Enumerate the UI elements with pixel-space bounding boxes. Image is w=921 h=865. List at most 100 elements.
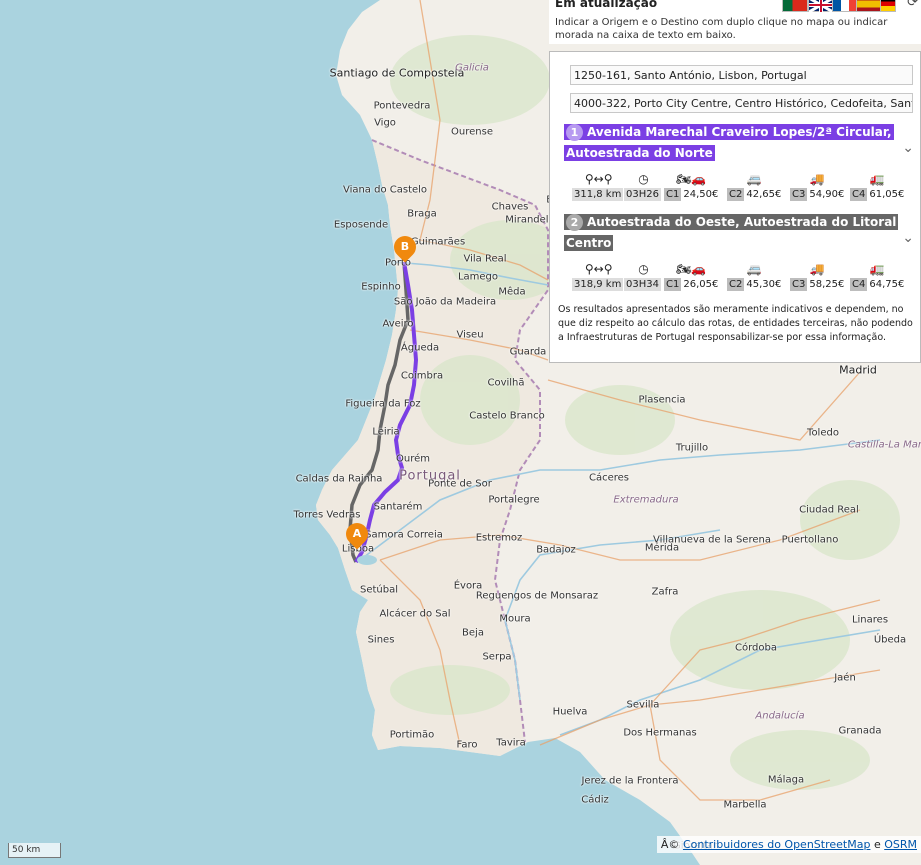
scale-bar: 50 km xyxy=(8,843,61,858)
route-2-class-c3: C3 xyxy=(790,278,808,291)
place-label: Viseu xyxy=(456,329,484,341)
place-label: Covilhã xyxy=(487,377,525,389)
route-2-title[interactable]: 2 Autoestrada do Oeste, Autoestrada do Li… xyxy=(564,212,899,254)
route-1-class-c1: C1 xyxy=(664,188,682,201)
place-label: Santiago de Compostela xyxy=(329,66,465,80)
origin-marker-label: A xyxy=(352,527,362,540)
heavy-truck-icon: 🚛 xyxy=(869,172,885,186)
place-label: Coimbra xyxy=(400,370,444,382)
place-label: Dos Hermanas xyxy=(623,727,697,739)
distance-icon: ⚲↔⚲ xyxy=(584,172,613,186)
place-label: Extremadura xyxy=(613,494,679,506)
place-label: Ponte de Sor xyxy=(428,478,492,490)
place-label: Vila Real xyxy=(463,253,507,265)
place-label: Ciudad Real xyxy=(799,504,859,516)
van-icon: 🚐 xyxy=(746,172,762,186)
clock-icon: ◷ xyxy=(638,172,649,186)
place-label: Toledo xyxy=(807,427,839,439)
van-icon: 🚐 xyxy=(746,262,762,276)
place-label: Lamego xyxy=(457,271,499,283)
route-2-class-c1: C1 xyxy=(664,278,682,291)
place-label: Tavira xyxy=(496,737,526,749)
place-label: Serpa xyxy=(482,651,512,663)
route-2-duration: 03H34 xyxy=(624,278,661,291)
place-label: Viana do Castelo xyxy=(342,184,428,196)
uk-flag-icon[interactable] xyxy=(808,0,834,14)
place-label: Puertollano xyxy=(781,534,839,546)
destination-marker-label: B xyxy=(400,240,410,253)
route-panel: 1250-161, Santo António, Lisbon, Portuga… xyxy=(549,51,921,363)
place-label: Beja xyxy=(462,627,484,639)
place-label: Reguengos de Monsaraz xyxy=(475,590,599,602)
place-label: Trujillo xyxy=(675,442,709,454)
route-1-class-c2: C2 xyxy=(727,188,745,201)
route-2-class-c2: C2 xyxy=(727,278,745,291)
attribution-prefix: Â© xyxy=(660,838,680,851)
place-label: Huelva xyxy=(552,706,588,718)
place-label: Portimão xyxy=(389,729,435,741)
destination-input[interactable]: 4000-322, Porto City Centre, Centro Hist… xyxy=(570,93,913,113)
attribution: Â© Contribuidores do OpenStreetMap e OSR… xyxy=(656,836,921,853)
place-label: Torres Vedras xyxy=(293,509,361,521)
route-2-toll-c3: 58,25€ xyxy=(809,279,845,290)
place-label: Vigo xyxy=(374,117,396,129)
status-panel: Em atualização ⟳ Indicar a Origem e o De… xyxy=(549,0,921,44)
place-label: Setúbal xyxy=(359,584,399,596)
place-label: Mêda xyxy=(498,286,526,298)
place-label: Plasencia xyxy=(638,394,686,406)
place-label: Úbeda xyxy=(873,634,907,646)
route-1-class-c3: C3 xyxy=(790,188,808,201)
de-flag-icon[interactable] xyxy=(880,0,896,12)
instructions-text: Indicar a Origem e o Destino com duplo c… xyxy=(555,17,888,41)
route-2-distance: 318,9 km xyxy=(572,278,624,291)
place-label: Aveiro xyxy=(382,318,414,330)
route-2-expand-chevron-icon[interactable]: ⌄ xyxy=(902,230,914,246)
place-label: Castilla-La Mancha xyxy=(847,439,921,451)
place-label: Estremoz xyxy=(475,532,523,544)
route-1-toll-c3: 54,90€ xyxy=(809,189,845,200)
heavy-truck-icon: 🚛 xyxy=(869,262,885,276)
place-label: Alcácer do Sal xyxy=(379,608,451,620)
place-label: São João da Madeira xyxy=(393,296,497,308)
place-label: Portalegre xyxy=(488,494,540,506)
pt-flag-icon[interactable] xyxy=(782,0,808,12)
fr-flag-icon[interactable] xyxy=(832,0,858,12)
route-2-toll-c4: 64,75€ xyxy=(869,279,905,290)
place-label: Figueira da Foz xyxy=(345,398,421,410)
place-label: Badajoz xyxy=(536,544,576,556)
osrm-link[interactable]: OSRM xyxy=(884,838,917,851)
motorbike-car-icon: 🏍🚗 xyxy=(676,262,707,276)
refresh-icon[interactable]: ⟳ xyxy=(907,0,918,10)
route-1-title[interactable]: 1 Avenida Marechal Craveiro Lopes/2ª Circ… xyxy=(564,122,899,164)
place-label: Chaves xyxy=(491,201,529,213)
clock-icon: ◷ xyxy=(638,262,649,276)
route-2-toll-c1: 26,05€ xyxy=(683,279,719,290)
place-label: Sines xyxy=(367,634,395,646)
route-1-distance: 311,8 km xyxy=(572,188,624,201)
osm-link[interactable]: Contribuidores do OpenStreetMap xyxy=(683,838,871,851)
place-label: Sevilla xyxy=(626,699,660,711)
place-label: Galicia xyxy=(455,62,489,74)
place-label: Zafra xyxy=(651,586,679,598)
motorbike-car-icon: 🏍🚗 xyxy=(676,172,707,186)
truck-icon: 🚚 xyxy=(809,262,825,276)
route-1-expand-chevron-icon[interactable]: ⌄ xyxy=(902,140,914,156)
tagus-estuary xyxy=(357,555,377,565)
place-label: Linares xyxy=(851,614,889,626)
place-label: Madrid xyxy=(839,363,877,377)
place-label: Cádiz xyxy=(581,794,609,806)
place-label: Marbella xyxy=(723,799,767,811)
place-label: Villanueva de la Serena xyxy=(653,534,771,546)
route-1-toll-c4: 61,05€ xyxy=(869,189,905,200)
route-1-class-c4: C4 xyxy=(850,188,868,201)
place-label: Caldas da Rainha xyxy=(295,473,383,485)
route-2-number: 2 xyxy=(566,214,583,231)
origin-input[interactable]: 1250-161, Santo António, Lisbon, Portuga… xyxy=(570,65,913,85)
place-label: Leiria xyxy=(372,426,400,438)
disclaimer-text: Os resultados apresentados são meramente… xyxy=(558,304,913,343)
place-label: Guimarães xyxy=(410,236,466,248)
place-label: Jaén xyxy=(834,672,856,684)
es-flag-icon[interactable] xyxy=(856,0,882,12)
route-1-toll-c1: 24,50€ xyxy=(683,189,719,200)
place-label: Cáceres xyxy=(588,472,630,484)
